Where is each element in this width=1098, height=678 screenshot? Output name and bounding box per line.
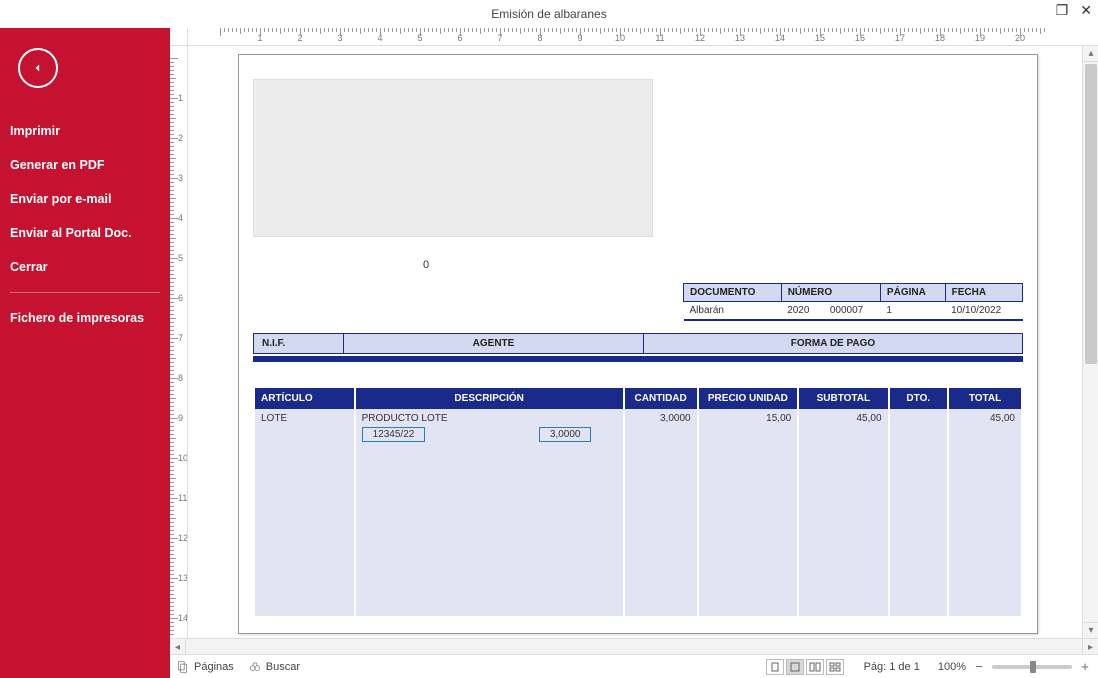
lines-grid: ARTÍCULO DESCRIPCIÓN CANTIDAD PRECIO UNI… [253,388,1023,616]
view-mode-buttons [766,659,844,675]
zoom-in-button[interactable]: + [1078,660,1092,674]
view-two-icon[interactable] [806,659,824,675]
logo-placeholder [253,79,653,237]
view-fit-icon[interactable] [786,659,804,675]
zoom-slider[interactable] [992,665,1072,669]
scroll-right-icon[interactable]: ▸ [1082,639,1098,655]
th-descripcion: DESCRIPCIÓN [356,388,623,409]
cell-precio: 15,00 [699,409,798,446]
document-canvas[interactable]: 0 DOCUMENTO NÚMERO PÁGINA FECHA Albarán [188,46,1082,638]
arrow-left-icon [31,61,45,75]
document-info-box: DOCUMENTO NÚMERO PÁGINA FECHA Albarán 20… [683,283,1023,321]
view-grid-icon[interactable] [826,659,844,675]
table-row: LOTE PRODUCTO LOTE 12345/22 3,0000 3,000… [255,409,1021,446]
scroll-down-icon[interactable]: ▾ [1083,622,1098,638]
nif-bar: N.I.F. AGENTE FORMA DE PAGO [253,333,1023,354]
page: 0 DOCUMENTO NÚMERO PÁGINA FECHA Albarán [238,54,1038,634]
descripcion-text: PRODUCTO LOTE [362,413,617,424]
zoom-slider-thumb[interactable] [1030,661,1036,673]
window-title: Emisión de albaranes [0,7,1098,21]
sidebar-cerrar[interactable]: Cerrar [0,250,170,284]
td-documento: Albarán [684,302,782,321]
vertical-ruler: 1234567891011121314 [170,46,188,638]
sidebar: Imprimir Generar en PDF Enviar por e-mai… [0,28,170,678]
scroll-up-icon[interactable]: ▴ [1083,46,1098,62]
td-fecha: 10/10/2022 [945,302,1022,321]
td-numero: 000007 [824,302,881,321]
table-row-empty [255,446,1021,616]
th-precio: PRECIO UNIDAD [699,388,798,409]
sidebar-enviar-email[interactable]: Enviar por e-mail [0,182,170,216]
th-total: TOTAL [949,388,1021,409]
sidebar-separator [10,292,160,293]
th-documento: DOCUMENTO [684,284,782,302]
th-dto: DTO. [890,388,948,409]
lote-qty-box: 3,0000 [539,427,592,442]
th-forma-pago: FORMA DE PAGO [644,334,1023,354]
th-nif: N.I.F. [254,334,344,354]
zoom-out-button[interactable]: − [972,660,986,674]
zero-label: 0 [423,259,429,271]
cell-dto [890,409,948,446]
page-indicator: Pág: 1 de 1 [864,661,920,673]
sidebar-generar-pdf[interactable]: Generar en PDF [0,148,170,182]
td-serie: 2020 [781,302,824,321]
pages-label: Páginas [194,661,234,673]
th-subtotal: SUBTOTAL [799,388,887,409]
back-button[interactable] [18,48,58,88]
cell-subtotal: 45,00 [799,409,887,446]
cell-total: 45,00 [949,409,1021,446]
maximize-icon[interactable]: ❐ [1056,2,1069,19]
vertical-scrollbar[interactable]: ▴ ▾ [1082,46,1098,638]
sidebar-enviar-portal[interactable]: Enviar al Portal Doc. [0,216,170,250]
ruler-corner [170,28,188,46]
title-bar: Emisión de albaranes ❐ ✕ [0,0,1098,28]
binoculars-icon [248,660,262,674]
th-numero: NÚMERO [781,284,880,302]
horizontal-ruler: 1234567891011121314151617181920 [188,28,1098,46]
cell-cantidad: 3,0000 [625,409,697,446]
search-button[interactable]: Buscar [248,660,300,674]
pages-icon [176,660,190,674]
cell-descripcion: PRODUCTO LOTE 12345/22 3,0000 [356,409,623,446]
status-bar: Páginas Buscar Pág: 1 de 1 100% − + [170,654,1098,678]
th-cantidad: CANTIDAD [625,388,697,409]
lote-box: 12345/22 [362,427,426,442]
pages-button[interactable]: Páginas [176,660,234,674]
th-pagina: PÁGINA [880,284,945,302]
cell-articulo: LOTE [255,409,354,446]
sidebar-imprimir[interactable]: Imprimir [0,114,170,148]
close-icon[interactable]: ✕ [1080,2,1092,19]
view-single-icon[interactable] [766,659,784,675]
search-label: Buscar [266,661,300,673]
th-articulo: ARTÍCULO [255,388,354,409]
th-fecha: FECHA [945,284,1022,302]
preview-viewer: 1234567891011121314151617181920 12345678… [170,28,1098,678]
blue-divider [253,356,1023,362]
sidebar-fichero-impresoras[interactable]: Fichero de impresoras [0,301,170,335]
scroll-thumb[interactable] [1085,64,1097,364]
horizontal-scrollbar[interactable]: ◂ ▸ [170,638,1098,654]
th-agente: AGENTE [344,334,644,354]
zoom-controls: 100% − + [938,660,1092,674]
scroll-left-icon[interactable]: ◂ [170,639,186,655]
zoom-value: 100% [938,661,966,673]
td-pagina: 1 [880,302,945,321]
